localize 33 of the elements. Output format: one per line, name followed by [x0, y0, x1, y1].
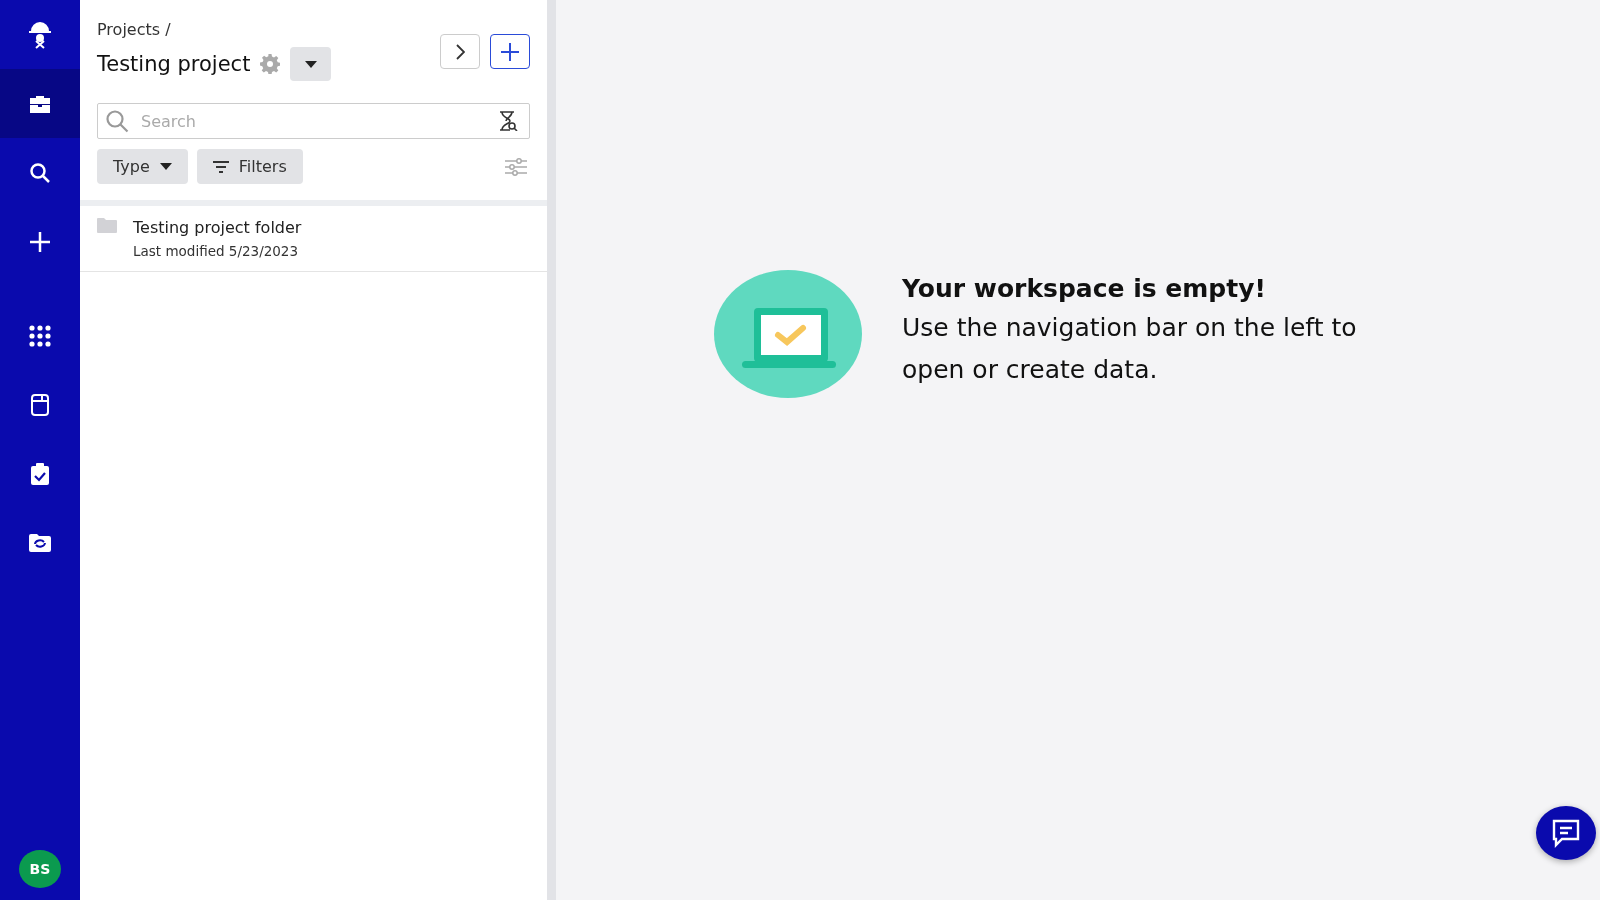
hourglass-search-icon[interactable] [498, 111, 518, 131]
chevron-right-icon [455, 43, 465, 60]
notebook-icon [31, 393, 49, 416]
empty-state-heading: Your workspace is empty! [902, 274, 1267, 303]
filter-icon [212, 160, 229, 173]
last-modified-text: Last modified 5/23/2023 [133, 243, 300, 259]
empty-state-message: Use the navigation bar on the left to open or create data. [902, 312, 1358, 386]
folder-name: Testing project folder [133, 218, 302, 237]
grid-icon [29, 324, 51, 347]
plus-icon [29, 230, 51, 253]
add-button[interactable] [490, 34, 530, 69]
breadcrumb[interactable]: Projects / [97, 20, 332, 39]
briefcase-icon [28, 93, 52, 114]
caret-down-icon [304, 60, 317, 68]
user-avatar[interactable]: BS [19, 850, 61, 888]
search-field[interactable]: Search [97, 103, 530, 139]
expand-button[interactable] [440, 34, 480, 69]
filters-button[interactable]: Filters [196, 149, 303, 184]
type-dropdown-button[interactable]: Type [97, 149, 188, 184]
clipboard-check-icon [31, 462, 49, 485]
robot-icon [28, 20, 52, 49]
chat-bubble-icon [1551, 818, 1581, 848]
caret-down-icon [159, 163, 172, 170]
folder-icon [97, 218, 117, 233]
chat-button[interactable] [1536, 806, 1596, 860]
sliders-icon[interactable] [505, 157, 527, 176]
nav-briefcase-button[interactable] [0, 69, 80, 138]
search-icon [29, 161, 51, 184]
plus-icon [500, 41, 520, 62]
project-dropdown-button[interactable] [290, 47, 332, 81]
folder-row[interactable]: Testing project folder Last modified 5/23/2023 [80, 206, 547, 272]
folder-sync-icon [29, 533, 51, 552]
project-title: Testing project [97, 52, 251, 76]
